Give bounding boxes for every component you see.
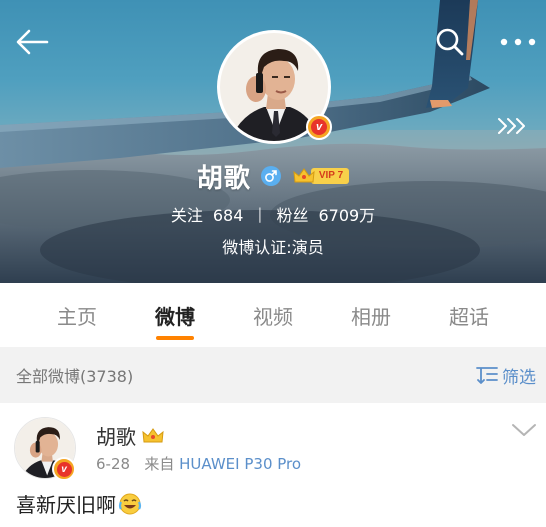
fans-stat[interactable]: 粉丝 6709万 <box>276 202 375 226</box>
crown-icon <box>142 427 164 442</box>
search-icon <box>436 28 464 56</box>
chevron-down-icon <box>512 424 536 436</box>
post-author[interactable]: 胡歌 <box>96 421 136 450</box>
follow-stat[interactable]: 关注 684 <box>171 202 244 226</box>
male-icon <box>260 166 281 186</box>
post-text: 喜新厌旧啊 <box>16 493 116 517</box>
follow-label: 关注 <box>170 206 203 225</box>
vip-level: VIP 7 <box>310 168 350 184</box>
post-source-prefix: 来自 <box>144 455 175 473</box>
stats-separator: | <box>257 205 263 223</box>
more-button[interactable] <box>496 22 540 62</box>
verification-text: 微博认证:演员 <box>222 238 324 257</box>
verified-badge-icon: v <box>52 457 76 481</box>
profile-name-row: 胡歌 VIP 7 <box>0 158 546 194</box>
chevrons-right-icon <box>498 118 525 134</box>
fans-label: 粉丝 <box>276 206 309 225</box>
laugh-cry-emoji-icon <box>118 493 142 514</box>
tab-video[interactable]: 视频 <box>224 283 322 347</box>
back-button[interactable] <box>10 22 54 62</box>
feed-title: 全部微博(3738) <box>16 367 134 386</box>
feed-filter-bar: 全部微博(3738) 筛选 <box>0 347 546 403</box>
tab-super-topic[interactable]: 超话 <box>420 283 518 347</box>
tab-album[interactable]: 相册 <box>322 283 420 347</box>
vip-badge[interactable]: VIP 7 <box>293 166 350 186</box>
profile-name: 胡歌 <box>196 163 251 194</box>
tab-weibo[interactable]: 微博 <box>126 283 224 347</box>
feed-post[interactable]: v 胡歌 6-28 来自 HUAWEI P30 Pro 喜新厌旧啊 <box>0 403 546 527</box>
post-meta: 6-28 来自 HUAWEI P30 Pro <box>96 453 301 474</box>
filter-button[interactable]: 筛选 <box>476 363 536 388</box>
profile-tabs: 主页 微博 视频 相册 超话 <box>0 283 546 347</box>
more-dots-icon <box>500 38 536 46</box>
profile-stats: 关注 684 | 粉丝 6709万 <box>0 200 546 228</box>
expand-button[interactable] <box>492 110 530 142</box>
post-menu-button[interactable] <box>510 421 540 445</box>
post-avatar[interactable]: v <box>14 417 76 481</box>
arrow-left-icon <box>16 29 49 55</box>
filter-label: 筛选 <box>502 367 536 388</box>
post-date: 6-28 <box>96 455 131 473</box>
profile-cover: v 胡歌 VIP 7 关注 684 | 粉丝 6709万 微博认证:演员 <box>0 0 546 283</box>
search-button[interactable] <box>430 22 470 62</box>
fans-count: 6709万 <box>318 206 376 225</box>
post-device[interactable]: HUAWEI P30 Pro <box>179 455 301 473</box>
post-content: 喜新厌旧啊 <box>16 489 142 518</box>
verified-badge-icon: v <box>306 114 332 140</box>
crown-icon <box>293 168 315 183</box>
tab-home[interactable]: 主页 <box>28 283 126 347</box>
filter-icon <box>476 367 498 384</box>
follow-count: 684 <box>212 206 244 225</box>
post-author-row: 胡歌 <box>96 421 164 450</box>
profile-avatar[interactable]: v <box>217 30 332 144</box>
